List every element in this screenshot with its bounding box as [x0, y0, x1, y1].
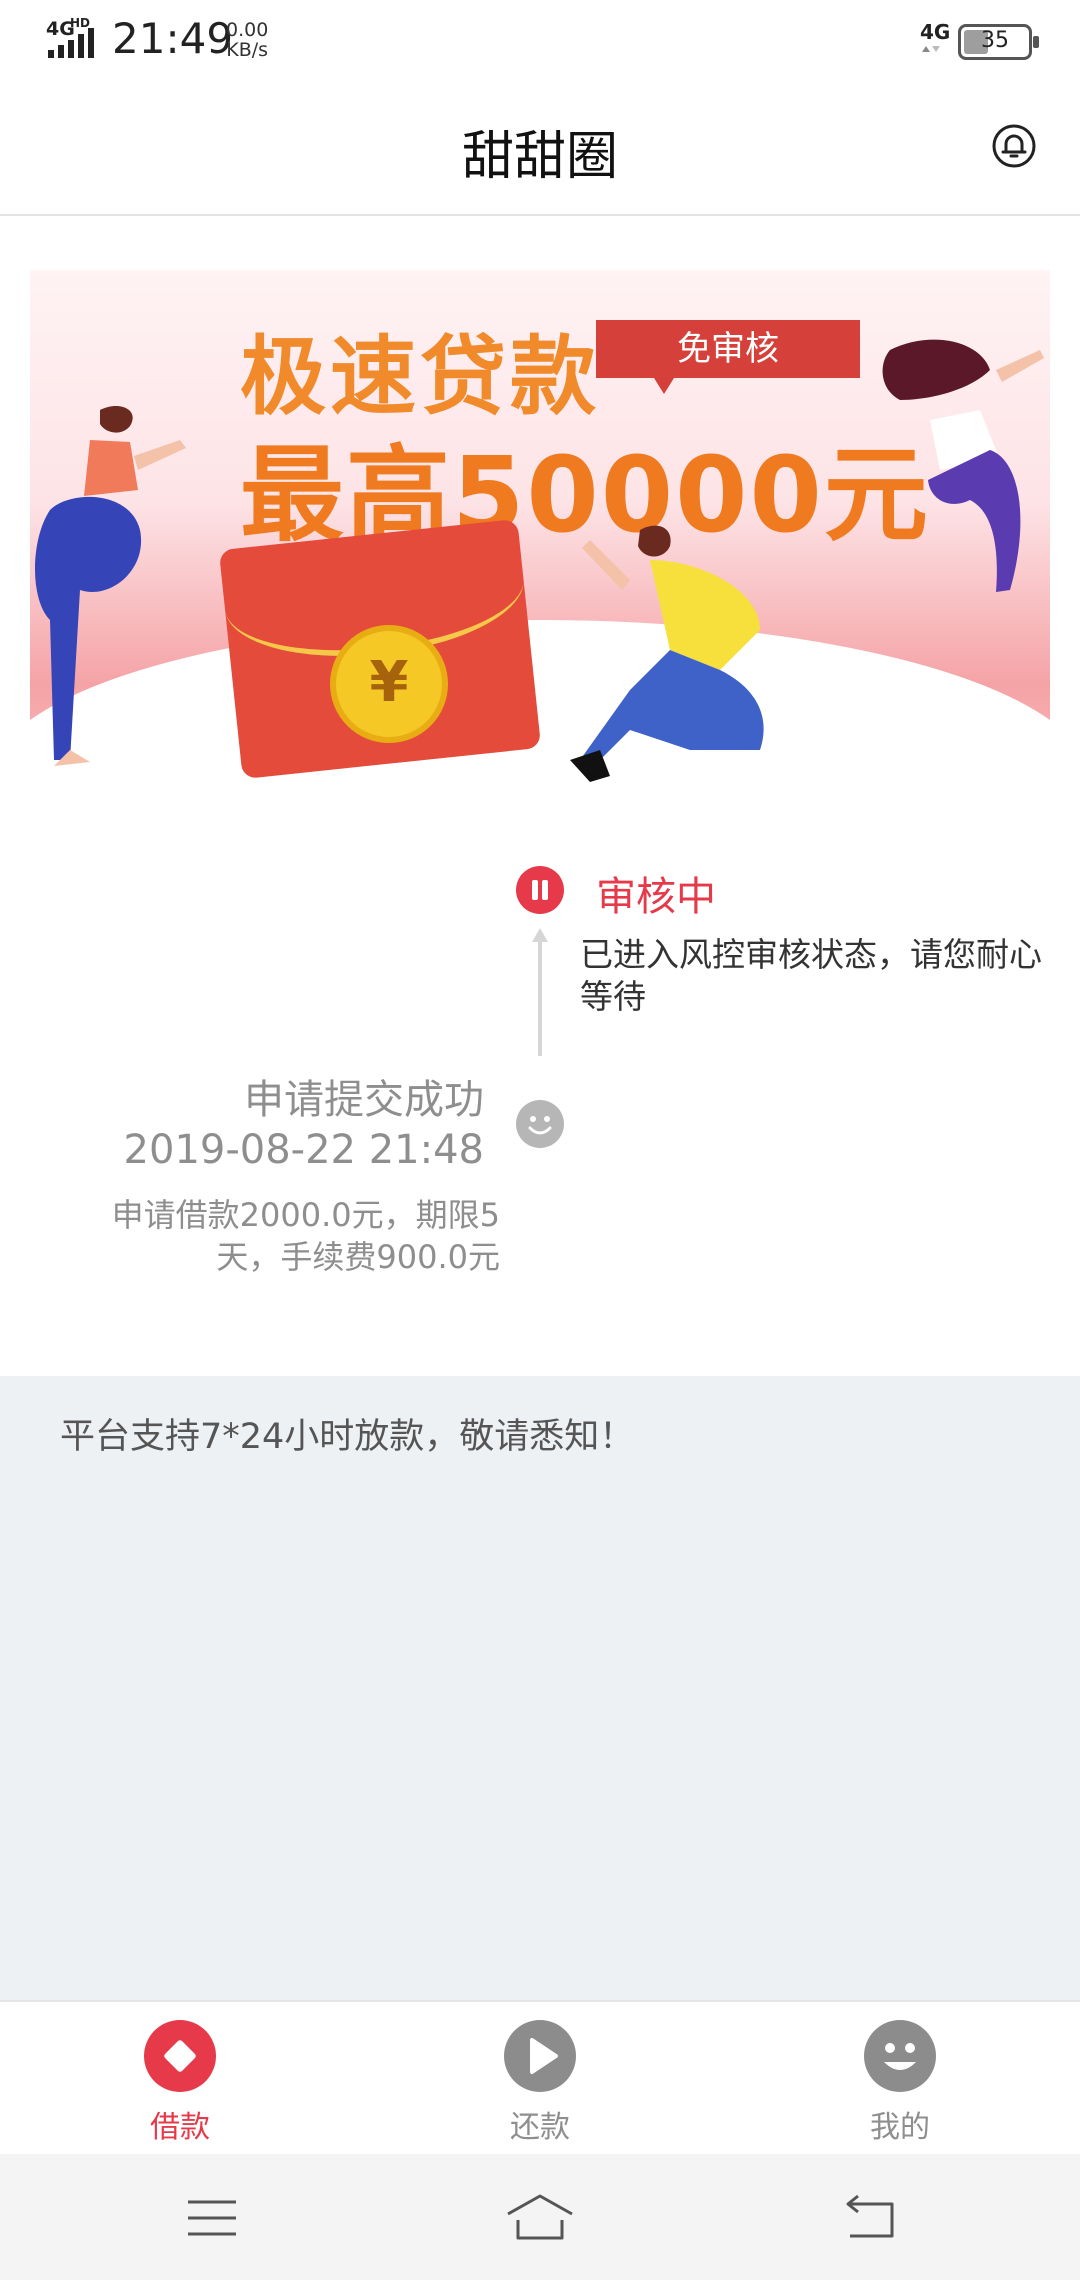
- coin-illustration: ¥: [330, 625, 448, 743]
- cellular-signal-icon: 4G HD: [46, 16, 100, 60]
- nav-label-repay: 还款: [510, 2110, 570, 2145]
- battery-level: 35: [981, 28, 1009, 53]
- nav-item-me[interactable]: 我的: [800, 2020, 1000, 2150]
- system-nav-bar: [0, 2154, 1080, 2280]
- battery-icon: 35: [958, 24, 1039, 60]
- review-description: 已进入风控审核状态，请您耐心等待: [580, 935, 1042, 1016]
- review-status: 审核中: [596, 874, 716, 920]
- speed-value: 0.00: [226, 19, 269, 41]
- nav-item-repay[interactable]: 还款: [440, 2020, 640, 2150]
- play-icon: [504, 2020, 576, 2092]
- app-bar: 甜甜圈: [0, 84, 1080, 216]
- left-dancer-illustration: [35, 405, 186, 766]
- network-indicator: 4G: [920, 20, 950, 60]
- loan-details: 申请借款2000.0元，期限5天，手续费900.0元: [111, 1196, 500, 1276]
- back-icon[interactable]: [840, 2190, 900, 2246]
- menu-icon[interactable]: [182, 2190, 242, 2246]
- submission-title: 申请提交成功: [244, 1077, 484, 1123]
- clock: 21:49: [112, 14, 234, 63]
- speed-unit: KB/s: [226, 39, 269, 61]
- status-bar: 4G HD 21:49 0.00 KB/s 4G 35: [0, 0, 1080, 84]
- nav-label-me: 我的: [870, 2110, 930, 2145]
- timeline-line: [538, 938, 542, 1056]
- home-icon[interactable]: [504, 2190, 576, 2246]
- pause-icon: [516, 866, 564, 914]
- page-title: 甜甜圈: [461, 127, 618, 187]
- smile-icon: [516, 1100, 564, 1148]
- diamond-icon: [144, 2020, 216, 2092]
- nav-label-borrow: 借款: [150, 2110, 210, 2145]
- notice-text: 平台支持7*24小时放款，敬请悉知！: [60, 1417, 635, 1457]
- banner-tag: 免审核: [596, 320, 860, 394]
- network-type-right: 4G: [920, 20, 951, 44]
- submission-time: 2019-08-22 21:48: [123, 1127, 484, 1173]
- smile-icon: [864, 2020, 936, 2092]
- promo-banner[interactable]: 极速贷款 免审核 最高50000元 ¥: [30, 270, 1050, 788]
- bell-icon[interactable]: [990, 122, 1038, 170]
- nav-item-borrow[interactable]: 借款: [80, 2020, 280, 2150]
- notice-area: 平台支持7*24小时放款，敬请悉知！: [0, 1376, 1080, 2000]
- bottom-nav: 借款 还款 我的: [0, 2000, 1080, 2154]
- right-dancer-illustration: [882, 339, 1044, 592]
- network-speed: 0.00 KB/s: [226, 20, 268, 60]
- runner-illustration: [570, 525, 764, 782]
